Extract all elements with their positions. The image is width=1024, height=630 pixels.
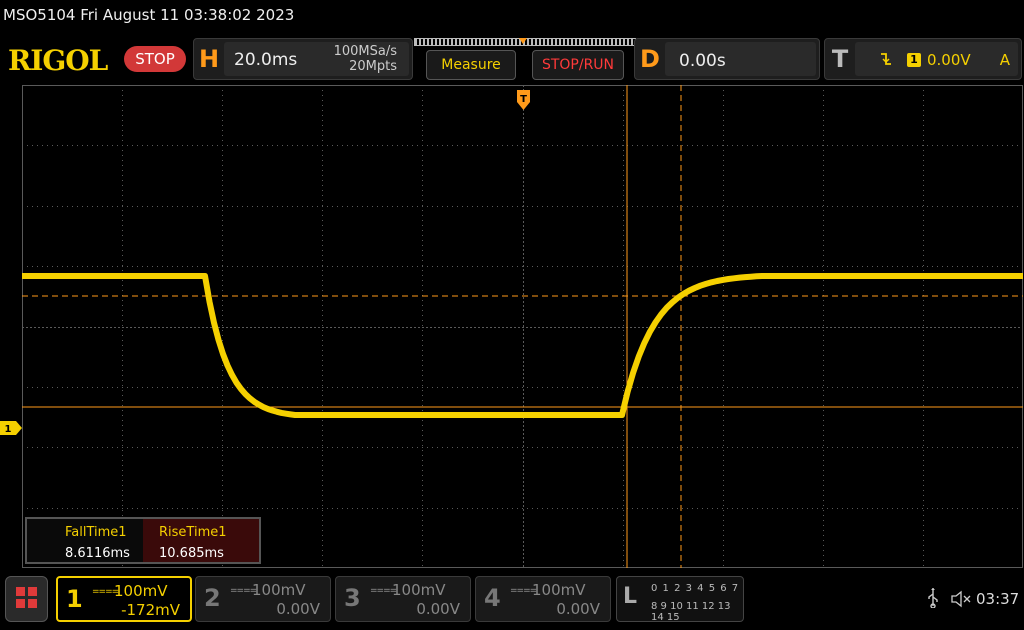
trigger-inner: 1 0.00V A [855, 42, 1018, 76]
horizontal-inner: 20.0ms 100MSa/s 20Mpts [224, 42, 409, 76]
bottom-bar: 1 ==== 100mV -172mV 2 ==== 100mV 0.00V 3… [0, 572, 1024, 630]
falling-edge-icon [879, 50, 893, 72]
menu-grid-icon[interactable] [5, 576, 48, 622]
top-toolbar: RIGOL STOP H 20.0ms 100MSa/s 20Mpts Meas… [0, 36, 1024, 84]
la-channels-high: 8 9 10 11 12 13 14 15 [651, 601, 731, 623]
ch1-level-marker[interactable]: 1 [0, 421, 22, 435]
channel-number: 2 [204, 584, 221, 612]
trigger-panel[interactable]: T 1 0.00V A [824, 38, 1022, 80]
delay-value: 0.00s [679, 51, 726, 71]
graticule [22, 85, 1023, 568]
measurement-value: 8.6116ms [65, 546, 130, 561]
memory-position-marker [519, 38, 527, 44]
title-bar: MSO5104 Fri August 11 03:38:02 2023 [0, 0, 1024, 34]
trigger-mode: A [999, 51, 1010, 69]
trigger-marker-label: T [520, 94, 527, 105]
waveform-display[interactable] [22, 85, 1023, 568]
channel-offset: 0.00V [276, 600, 320, 618]
delay-panel[interactable]: D 0.00s [634, 38, 820, 80]
channel-offset: -172mV [121, 601, 180, 619]
horizontal-letter: H [198, 45, 220, 73]
la-channels-low: 0 1 2 3 4 5 6 7 [651, 583, 740, 594]
channel-offset: 0.00V [416, 600, 460, 618]
measurement-panel[interactable]: FallTime1 8.6116ms RiseTime1 10.685ms [25, 517, 261, 564]
measurement-value: 10.685ms [159, 546, 224, 561]
speaker-muted-icon[interactable] [950, 589, 972, 609]
delay-letter: D [640, 45, 660, 73]
clock: 03:37 [976, 590, 1020, 608]
channel-4-panel[interactable]: 4 ==== 100mV 0.00V [475, 576, 611, 622]
trigger-source: 1 [907, 53, 921, 67]
rigol-logo: RIGOL [8, 44, 108, 77]
channel-scale: 100mV [114, 582, 168, 600]
horizontal-panel[interactable]: H 20.0ms 100MSa/s 20Mpts [193, 38, 413, 80]
ch1-marker-label: 1 [5, 424, 12, 435]
channel-scale: 100mV [252, 581, 306, 599]
channel-number: 1 [66, 585, 83, 613]
measurement-fall-time[interactable]: FallTime1 8.6116ms [27, 519, 143, 562]
channel-2-panel[interactable]: 2 ==== 100mV 0.00V [195, 576, 331, 622]
stop-run-button[interactable]: STOP/RUN [532, 50, 624, 80]
channel-number: 4 [484, 584, 501, 612]
sample-info: 100MSa/s 20Mpts [334, 44, 397, 74]
memory-depth: 20Mpts [349, 59, 397, 74]
channel-number: 3 [344, 584, 361, 612]
delay-inner: 0.00s [665, 42, 816, 76]
window-title: MSO5104 Fri August 11 03:38:02 2023 [3, 6, 295, 24]
measurement-name: FallTime1 [65, 525, 127, 540]
usb-icon [927, 588, 939, 613]
trigger-level: 0.00V [927, 51, 971, 69]
channel-scale: 100mV [532, 581, 586, 599]
timebase-value: 20.0ms [234, 50, 298, 70]
channel-1-panel[interactable]: 1 ==== 100mV -172mV [56, 576, 192, 622]
channel-offset: 0.00V [556, 600, 600, 618]
channel-scale: 100mV [392, 581, 446, 599]
la-letter: L [623, 584, 638, 609]
trigger-letter: T [831, 45, 849, 73]
measurement-name: RiseTime1 [159, 525, 227, 540]
channel-3-panel[interactable]: 3 ==== 100mV 0.00V [335, 576, 471, 622]
sample-rate: 100MSa/s [333, 44, 397, 59]
logic-analyzer-panel[interactable]: L 0 1 2 3 4 5 6 7 8 9 10 11 12 13 14 15 [616, 576, 744, 623]
trigger-position-marker[interactable]: T [517, 90, 530, 110]
measure-button[interactable]: Measure [426, 50, 516, 80]
ch1-trace [22, 273, 1023, 418]
run-state-badge[interactable]: STOP [124, 46, 186, 72]
measurement-rise-time[interactable]: RiseTime1 10.685ms [143, 519, 259, 562]
